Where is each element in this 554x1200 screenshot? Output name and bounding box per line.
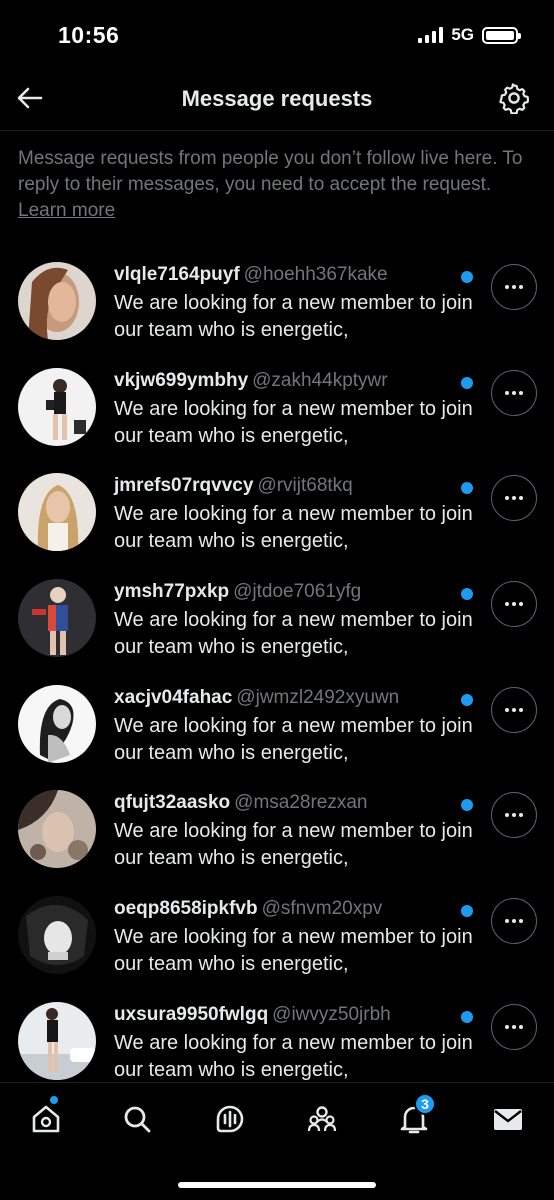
status-bar: 10:56 5G [0, 0, 554, 70]
message-preview: We are looking for a new member to join … [114, 1031, 473, 1081]
unread-indicator [461, 905, 473, 918]
home-icon [32, 1105, 60, 1133]
header-divider [0, 130, 554, 131]
communities-icon [307, 1106, 337, 1132]
avatar[interactable] [18, 367, 96, 446]
message-preview: We are looking for a new member to join … [114, 714, 473, 764]
user-handle: @rvijt68tkq [257, 475, 353, 497]
unread-indicator [461, 1010, 473, 1023]
user-handle: @iwvyz50jrbh [272, 1003, 391, 1025]
home-update-dot [50, 1096, 58, 1104]
cellular-signal-icon [418, 27, 444, 43]
tab-search[interactable] [117, 1099, 157, 1139]
message-preview: We are looking for a new member to join … [114, 609, 473, 659]
info-description: Message requests from people you don’t f… [18, 148, 523, 195]
user-handle: @jwmzl2492xyuwn [236, 686, 400, 708]
avatar[interactable] [18, 473, 96, 552]
message-request-row[interactable]: vkjw699ymbhy @zakh44kptywr We are looking… [0, 354, 554, 460]
home-indicator[interactable] [178, 1182, 376, 1188]
header: Message requests [0, 70, 554, 130]
tab-notifications[interactable]: 3 [394, 1093, 436, 1139]
avatar[interactable] [18, 1001, 96, 1080]
info-text: Message requests from people you don’t f… [18, 146, 538, 224]
user-name: ymsh77pxkp [114, 581, 230, 603]
user-name: xacjv04fahac [114, 686, 233, 708]
avatar[interactable] [18, 579, 96, 658]
request-header: vlqle7164puyf @hoehh367kake [114, 264, 388, 286]
message-request-list: vlqle7164puyf @hoehh367kake We are lookin… [0, 248, 554, 1094]
unread-indicator [461, 799, 473, 812]
message-request-row[interactable]: uxsura9950fwlgq @iwvyz50jrbh We are looki… [0, 988, 554, 1094]
more-options-button[interactable] [491, 686, 537, 733]
more-options-button[interactable] [491, 264, 537, 310]
network-type: 5G [451, 25, 474, 44]
message-preview: We are looking for a new member to join … [114, 926, 473, 976]
user-name: vlqle7164puyf [114, 264, 240, 285]
message-request-row[interactable]: ymsh77pxkp @jtdoe7061yfg We are looking f… [0, 565, 554, 671]
message-request-row[interactable]: vlqle7164puyf @hoehh367kake We are lookin… [0, 248, 554, 354]
avatar[interactable] [18, 684, 96, 763]
status-time: 10:56 [58, 22, 120, 48]
search-icon [124, 1106, 151, 1133]
notification-count-badge: 3 [414, 1093, 436, 1115]
user-handle: @zakh44kptywr [252, 369, 388, 391]
unread-indicator [461, 271, 473, 283]
more-options-button[interactable] [491, 1003, 537, 1050]
message-preview: We are looking for a new member to join … [114, 397, 473, 447]
gear-icon [499, 83, 530, 115]
message-request-row[interactable]: qfujt32aasko @msa28rezxan We are looking … [0, 776, 554, 882]
request-header: xacjv04fahac @jwmzl2492xyuwn [114, 687, 399, 709]
user-handle: @msa28rezxan [234, 792, 368, 814]
status-indicators: 5G [418, 25, 521, 45]
message-request-row[interactable]: jmrefs07rqvvcy @rvijt68tkq We are looking… [0, 459, 554, 565]
user-handle: @sfnvm20xpv [261, 898, 383, 920]
more-options-button[interactable] [491, 475, 537, 522]
user-name: qfujt32aasko [114, 792, 231, 814]
request-header: vkjw699ymbhy @zakh44kptywr [114, 370, 388, 392]
message-preview: We are looking for a new member to join … [114, 503, 473, 553]
user-name: vkjw699ymbhy [114, 369, 249, 391]
message-preview: We are looking for a new member to join … [114, 820, 473, 870]
tab-spaces[interactable] [210, 1099, 250, 1139]
avatar[interactable] [18, 790, 96, 869]
more-options-button[interactable] [491, 369, 537, 416]
user-name: jmrefs07rqvvcy [114, 475, 254, 497]
tab-home[interactable] [26, 1096, 66, 1139]
message-preview: We are looking for a new member to join … [114, 292, 473, 341]
tab-communities[interactable] [302, 1099, 342, 1139]
unread-indicator [461, 482, 473, 495]
more-options-button[interactable] [491, 581, 537, 628]
tab-messages[interactable] [488, 1099, 528, 1139]
request-header: oeqp8658ipkfvb @sfnvm20xpv [114, 898, 382, 920]
spaces-icon [216, 1105, 244, 1133]
page-title: Message requests [181, 86, 373, 111]
message-request-row[interactable]: xacjv04fahac @jwmzl2492xyuwn We are looki… [0, 671, 554, 777]
unread-indicator [461, 693, 473, 706]
user-name: uxsura9950fwlgq [114, 1003, 269, 1025]
more-options-button[interactable] [491, 792, 537, 839]
user-handle: @jtdoe7061yfg [233, 581, 362, 603]
avatar[interactable] [18, 262, 96, 340]
settings-button[interactable] [498, 82, 530, 115]
user-name: oeqp8658ipkfvb [114, 898, 258, 920]
avatar[interactable] [18, 896, 96, 975]
battery-icon [482, 26, 521, 44]
mail-icon [494, 1109, 522, 1130]
more-options-button[interactable] [491, 898, 537, 945]
request-header: jmrefs07rqvvcy @rvijt68tkq [114, 475, 353, 497]
unread-indicator [461, 588, 473, 601]
message-request-row[interactable]: oeqp8658ipkfvb @sfnvm20xpv We are looking… [0, 882, 554, 988]
request-header: qfujt32aasko @msa28rezxan [114, 792, 368, 814]
unread-indicator [461, 376, 473, 389]
user-handle: @hoehh367kake [243, 264, 388, 285]
request-header: uxsura9950fwlgq @iwvyz50jrbh [114, 1004, 391, 1026]
request-header: ymsh77pxkp @jtdoe7061yfg [114, 581, 361, 603]
learn-more-link[interactable]: Learn more [18, 200, 115, 221]
